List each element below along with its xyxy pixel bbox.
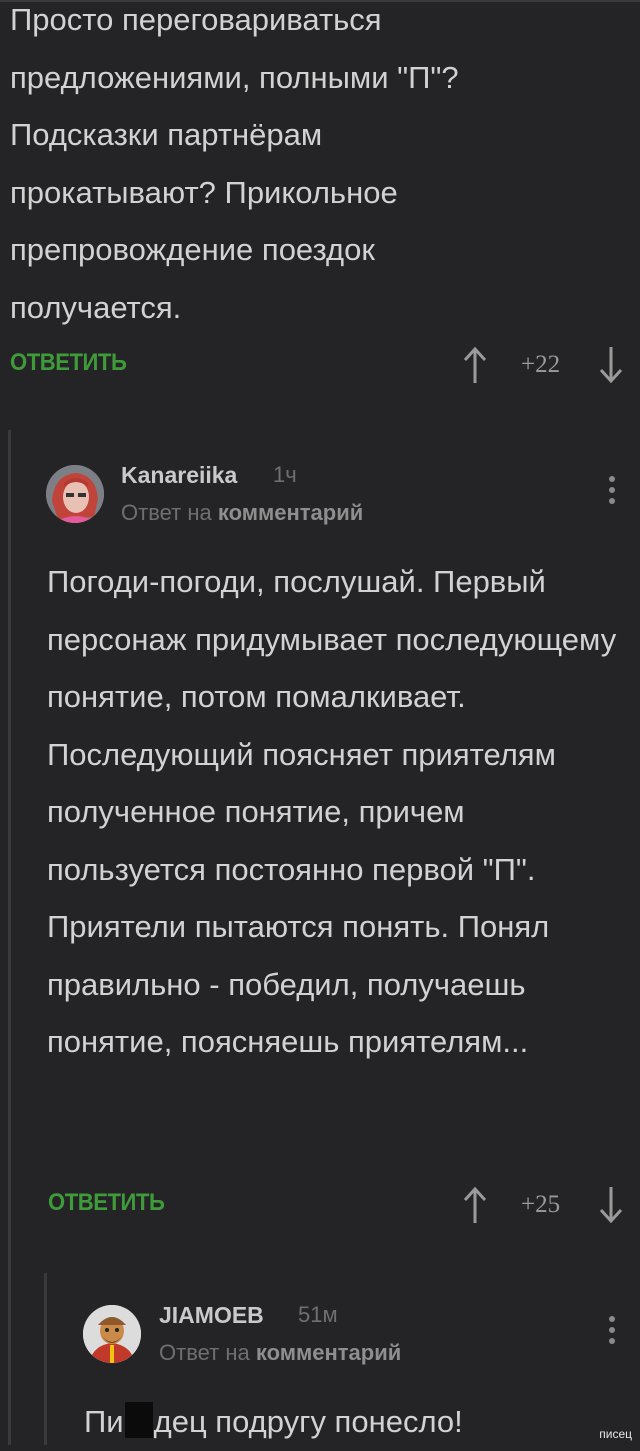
reply-to-line: Ответ на комментарий [121, 500, 363, 526]
censor-block [124, 1402, 153, 1438]
comment-time: 51м [298, 1302, 338, 1327]
more-vertical-icon[interactable] [606, 1316, 618, 1352]
vote-score: +22 [521, 351, 561, 378]
comment-text: Пи дец подругу понесло! [84, 1393, 624, 1451]
thread-line [44, 1273, 47, 1445]
reply-to-prefix: Ответ на [159, 1340, 250, 1365]
comment-actions: ОТВЕТИТЬ +22 [0, 345, 640, 385]
upvote-arrow-icon[interactable] [460, 345, 490, 385]
reply-to-link[interactable]: комментарий [256, 1340, 401, 1365]
upvote-arrow-icon[interactable] [460, 1185, 490, 1225]
avatar[interactable] [46, 465, 104, 523]
reply-button[interactable]: ОТВЕТИТЬ [48, 1189, 165, 1217]
comment-text-start: Пи [84, 1404, 124, 1439]
avatar[interactable] [83, 1305, 141, 1363]
comment-text-end: дец подругу понесло! [153, 1404, 463, 1439]
reply-to-prefix: Ответ на [121, 500, 212, 525]
vote-score: +25 [521, 1191, 561, 1218]
comment-text: Просто переговариваться предложениями, п… [10, 2, 459, 325]
reply-to-line: Ответ на комментарий [159, 1340, 401, 1366]
thread-line [8, 430, 11, 1445]
author-name[interactable]: JIAMOEB [159, 1302, 264, 1329]
comment-actions: ОТВЕТИТЬ +25 [0, 1185, 640, 1225]
reply-to-link[interactable]: комментарий [218, 500, 363, 525]
comment-text: Погоди-погоди, послушай. Первый персонаж… [47, 564, 617, 1059]
downvote-arrow-icon[interactable] [596, 1185, 626, 1225]
reply-button[interactable]: ОТВЕТИТЬ [10, 349, 127, 377]
author-name[interactable]: Kanareiika [121, 462, 237, 489]
more-vertical-icon[interactable] [606, 476, 618, 512]
watermark: писец [599, 1427, 632, 1441]
downvote-arrow-icon[interactable] [596, 345, 626, 385]
comment-time: 1ч [273, 462, 297, 487]
